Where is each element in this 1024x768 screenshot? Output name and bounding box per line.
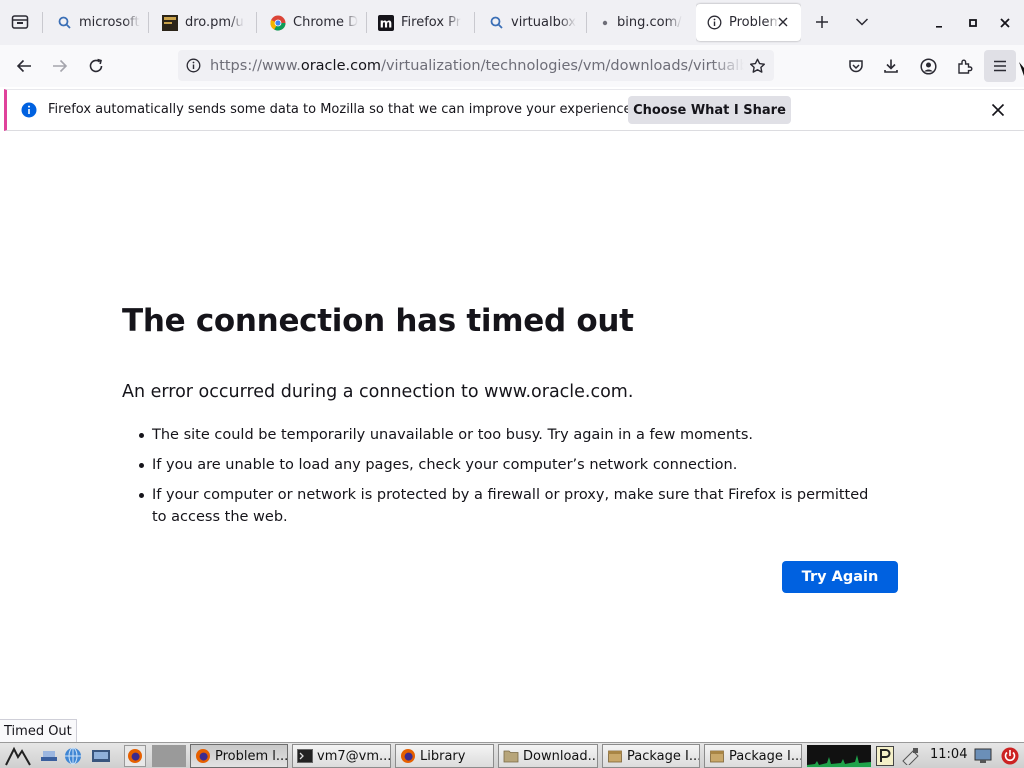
- tab-firefox-pr[interactable]: m Firefox Pr: [378, 0, 466, 45]
- taskbar-item-label: Download...: [523, 748, 598, 764]
- dro-favicon-icon: [162, 14, 178, 31]
- tab-microsoft[interactable]: microsoft: [56, 0, 140, 45]
- package-icon: [608, 750, 622, 763]
- taskbar-item-terminal[interactable]: vm7@vm...: [292, 744, 391, 768]
- new-tab-icon[interactable]: [811, 11, 833, 33]
- search-icon: [488, 15, 504, 31]
- firefox-view-icon[interactable]: [9, 11, 31, 33]
- power-icon[interactable]: [1000, 746, 1020, 766]
- back-icon[interactable]: [8, 50, 40, 82]
- m-favicon-icon: m: [378, 14, 394, 31]
- tab-label: Problem: [729, 15, 779, 30]
- tab-label: dro.pm/u: [185, 15, 244, 30]
- network-globe-icon[interactable]: [62, 745, 84, 767]
- taskbar: Problem l... vm7@vm... Library Download.…: [0, 742, 1024, 768]
- close-tab-icon[interactable]: [775, 14, 791, 30]
- list-all-tabs-icon[interactable]: [851, 11, 873, 33]
- start-menu-icon[interactable]: [4, 745, 32, 767]
- terminal-icon: [297, 749, 313, 763]
- taskbar-item-label: Package I...: [627, 748, 700, 764]
- info-icon: [21, 102, 37, 118]
- taskbar-item-problem-loading[interactable]: Problem l...: [190, 744, 288, 768]
- reload-icon[interactable]: [80, 50, 112, 82]
- taskbar-item-downloads[interactable]: Download...: [498, 744, 598, 768]
- taskbar-clock: 11:04: [930, 747, 968, 762]
- minimize-icon[interactable]: [928, 12, 950, 34]
- bookmark-star-icon[interactable]: [744, 53, 770, 79]
- tab-label: microsoft: [79, 15, 140, 30]
- taskbar-item-package-installer-1[interactable]: Package I...: [602, 744, 700, 768]
- downloads-icon[interactable]: [875, 50, 907, 82]
- tab-virtualbox[interactable]: virtualbox: [488, 0, 578, 45]
- package-icon: [710, 750, 724, 763]
- firefox-launcher-icon[interactable]: [124, 745, 146, 767]
- show-desktop-icon[interactable]: [38, 745, 60, 767]
- svg-text:m: m: [380, 16, 393, 30]
- firefox-icon: [401, 749, 415, 763]
- choose-what-i-share-button[interactable]: Choose What I Share: [628, 96, 791, 124]
- taskbar-item-label: Package I...: [729, 748, 802, 764]
- forward-icon[interactable]: [44, 50, 76, 82]
- list-item: If your computer or network is protected…: [139, 484, 882, 528]
- menu-icon[interactable]: [984, 50, 1016, 82]
- account-icon[interactable]: [912, 50, 944, 82]
- data-collection-notification: Firefox automatically sends some data to…: [4, 89, 1024, 131]
- firefox-icon: [196, 749, 210, 763]
- tab-label: Chrome D: [293, 15, 358, 30]
- url-text: https://www.oracle.com/virtualization/te…: [210, 57, 744, 74]
- tab-chrome[interactable]: Chrome D: [270, 0, 358, 45]
- taskbar-item-label: Library: [420, 748, 466, 764]
- close-window-icon[interactable]: [994, 12, 1016, 34]
- mouse-cursor-icon: [1019, 60, 1024, 76]
- taskbar-item-library[interactable]: Library: [395, 744, 494, 768]
- maximize-icon[interactable]: [962, 12, 984, 34]
- tab-strip: microsoft dro.pm/u Chrome D m Firefox Pr…: [0, 0, 1024, 45]
- tab-label: virtualbox: [511, 15, 577, 30]
- notification-message: Firefox automatically sends some data to…: [48, 102, 636, 117]
- list-item: If you are unable to load any pages, che…: [139, 454, 882, 476]
- tab-label: Firefox Pr: [401, 15, 462, 30]
- network-tray-icon[interactable]: [900, 746, 922, 766]
- error-description: An error occurred during a connection to…: [122, 382, 634, 402]
- chrome-icon: [270, 15, 286, 31]
- desktop-pager[interactable]: [152, 745, 186, 767]
- tab-label: bing.com/: [617, 15, 682, 30]
- list-item: The site could be temporarily unavailabl…: [139, 424, 882, 446]
- info-icon: [706, 15, 722, 31]
- tab-bing[interactable]: bing.com/: [600, 0, 684, 45]
- error-title: The connection has timed out: [122, 303, 634, 339]
- taskbar-item-label: vm7@vm...: [317, 748, 391, 764]
- folder-icon: [503, 750, 519, 763]
- file-manager-icon[interactable]: [90, 745, 112, 767]
- extensions-icon[interactable]: [948, 50, 980, 82]
- tab-dro-pm[interactable]: dro.pm/u: [162, 0, 248, 45]
- close-notification-icon[interactable]: [989, 101, 1007, 119]
- try-again-button[interactable]: Try Again: [782, 561, 898, 593]
- lock-screen-icon[interactable]: [973, 746, 993, 766]
- p-tray-icon[interactable]: [876, 746, 894, 766]
- site-info-icon[interactable]: [180, 53, 206, 79]
- tab-problem-loading[interactable]: Problem: [696, 0, 801, 45]
- status-panel: Timed Out: [0, 719, 77, 743]
- taskbar-item-package-installer-2[interactable]: Package I...: [704, 744, 802, 768]
- cpu-monitor-graph: [807, 745, 871, 767]
- dot-icon: [600, 15, 610, 31]
- pocket-icon[interactable]: [840, 50, 872, 82]
- taskbar-item-label: Problem l...: [215, 748, 288, 764]
- error-suggestions-list: The site could be temporarily unavailabl…: [139, 424, 882, 536]
- url-bar[interactable]: https://www.oracle.com/virtualization/te…: [178, 50, 774, 81]
- search-icon: [56, 15, 72, 31]
